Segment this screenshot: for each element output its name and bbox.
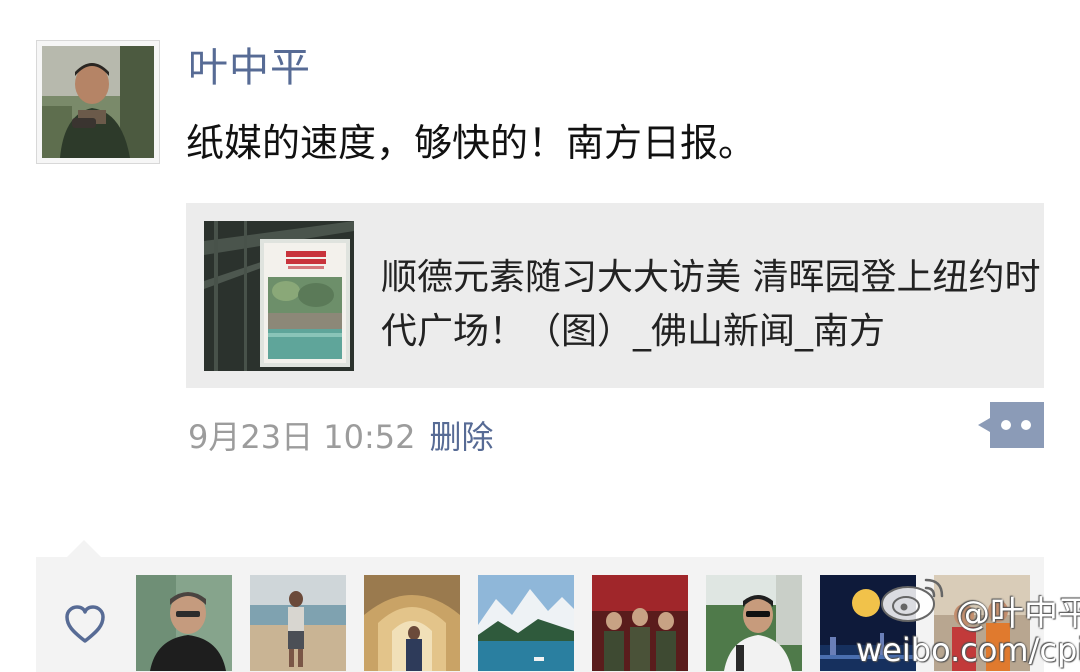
delete-button[interactable]: 删除 — [429, 418, 493, 456]
likes-panel-arrow — [66, 540, 102, 558]
heart-icon — [64, 605, 106, 645]
shared-link-card[interactable]: 顺德元素随习大大访美 清晖园登上纽约时代广场！（图）_佛山新闻_南方 — [186, 203, 1044, 388]
liker-avatar[interactable] — [364, 575, 460, 671]
post-timestamp: 9月23日 10:52 — [188, 418, 416, 456]
liker-avatar[interactable] — [136, 575, 232, 671]
author-avatar[interactable] — [36, 40, 160, 164]
comment-more-icon — [978, 402, 1044, 448]
post-meta: 9月23日 10:52 删除 — [188, 412, 494, 462]
liker-avatar[interactable] — [478, 575, 574, 671]
comment-more-button[interactable] — [976, 402, 1044, 448]
liker-avatar[interactable] — [706, 575, 802, 671]
link-title: 顺德元素随习大大访美 清晖园登上纽约时代广场！（图）_佛山新闻_南方 — [381, 257, 1041, 352]
liker-avatar[interactable] — [592, 575, 688, 671]
liker-avatar[interactable] — [934, 575, 1030, 671]
author-name[interactable]: 叶中平 — [188, 40, 311, 96]
liker-avatar[interactable] — [820, 575, 916, 671]
author-avatar-photo — [42, 46, 154, 158]
moments-post: 叶中平 纸媒的速度，够快的！南方日报。 顺德元素随习大大访美 清晖园登上纽约时代… — [0, 0, 1080, 672]
post-text: 纸媒的速度，够快的！南方日报。 — [186, 121, 757, 165]
link-thumbnail — [204, 221, 354, 371]
liker-avatar[interactable] — [250, 575, 346, 671]
